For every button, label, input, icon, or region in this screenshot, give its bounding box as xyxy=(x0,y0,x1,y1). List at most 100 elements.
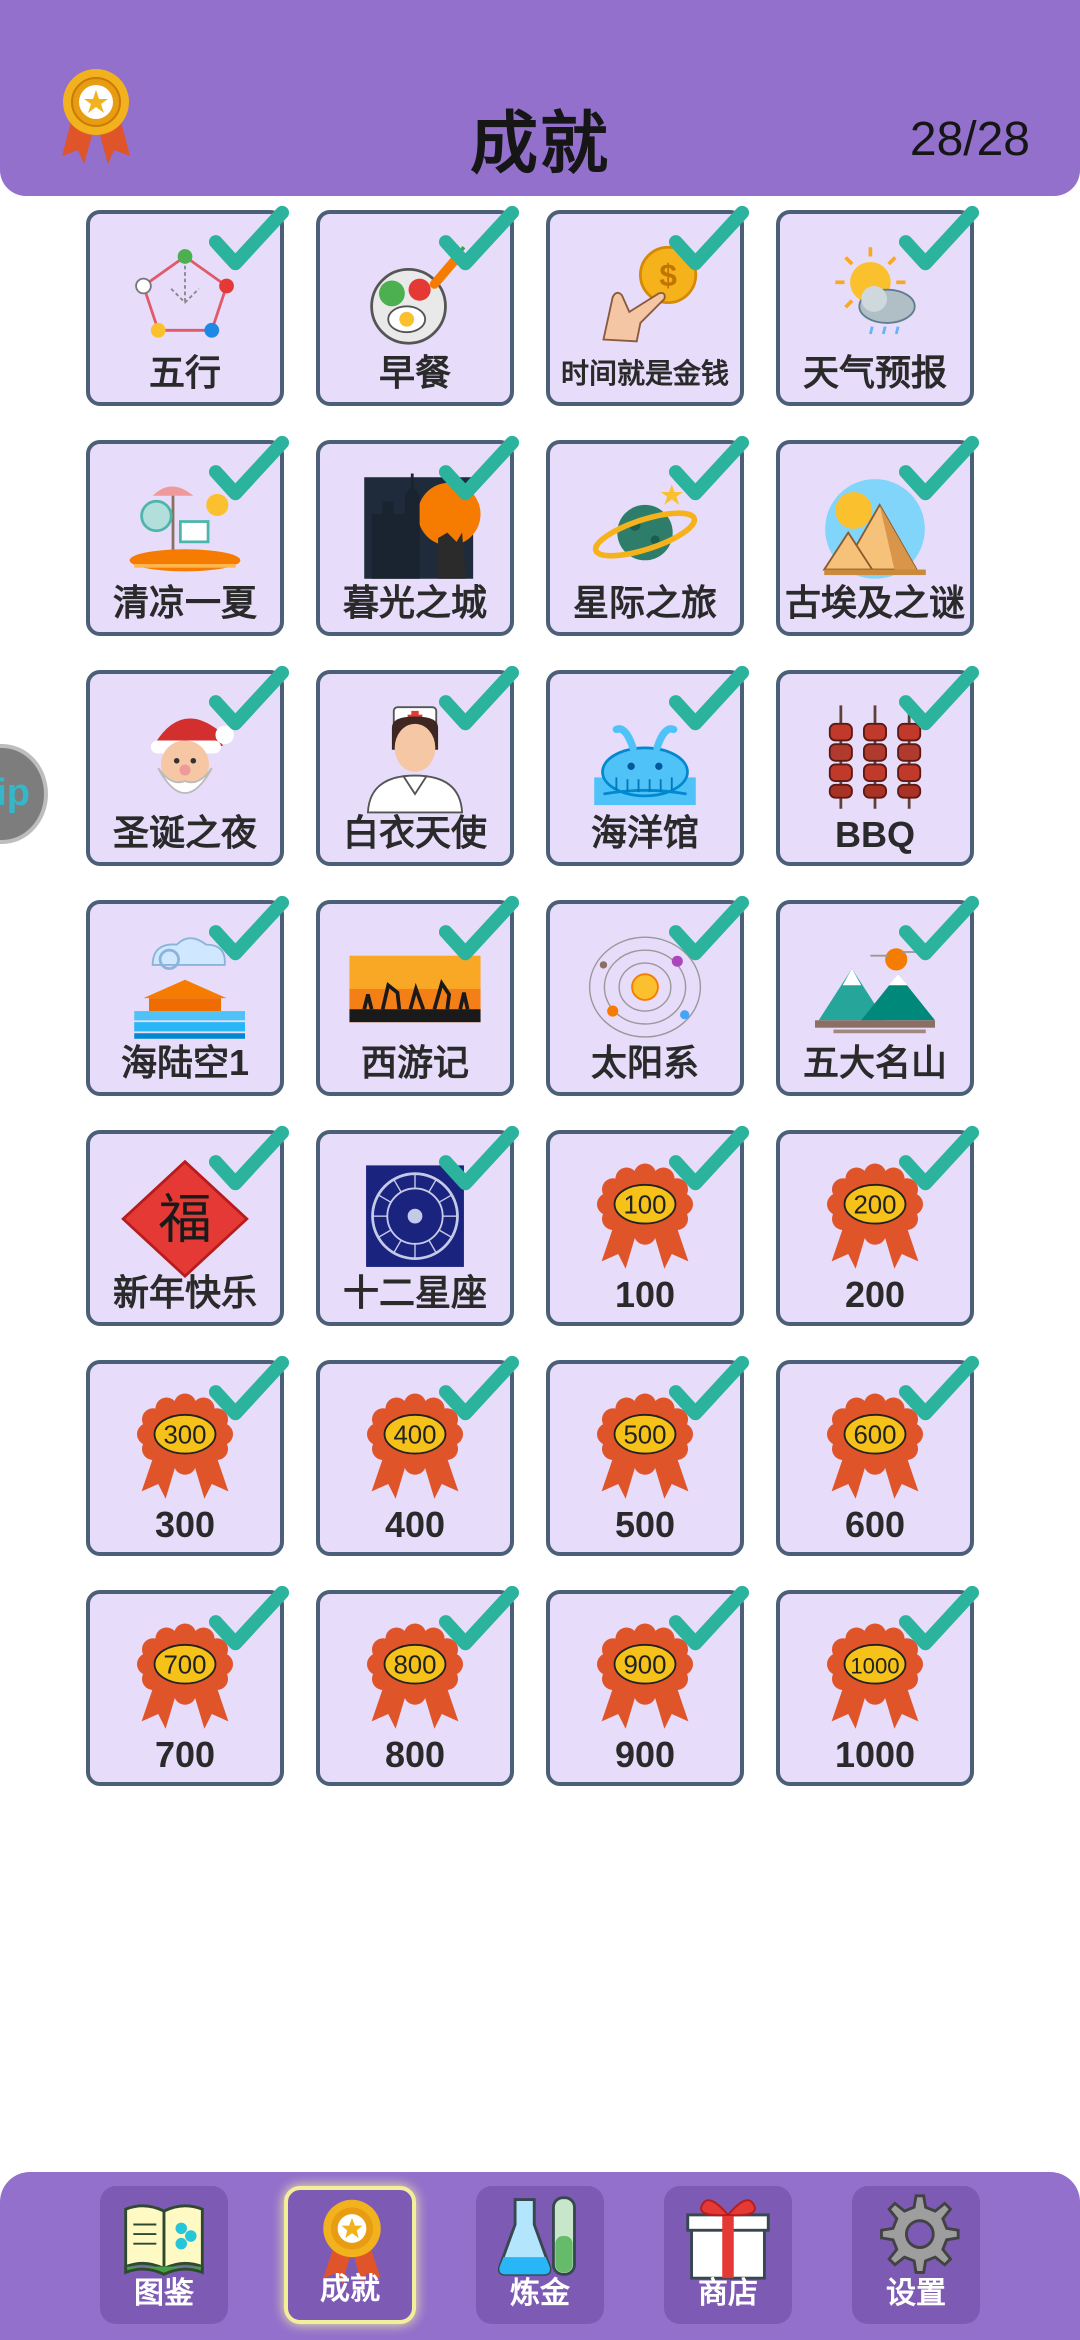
achievement-card[interactable]: 700 700 xyxy=(86,1586,290,1786)
achievement-card[interactable]: 清凉一夏 xyxy=(86,436,290,636)
achievement-card[interactable]: 早餐 xyxy=(316,206,520,406)
ribbon-badge-number: 900 xyxy=(623,1651,666,1679)
achievement-card[interactable]: 圣诞之夜 xyxy=(86,666,290,866)
achievement-card[interactable]: 400 400 xyxy=(316,1356,520,1556)
checkmark-icon xyxy=(438,436,520,501)
achievement-card[interactable]: 海陆空1 xyxy=(86,896,290,1096)
achievement-label: 暮光之城 xyxy=(342,582,487,623)
achievement-label: 300 xyxy=(154,1504,216,1545)
nav-item-gear[interactable]: 设置 xyxy=(852,2186,980,2324)
achievement-label: 海洋馆 xyxy=(590,812,699,853)
side-tab-text: ip xyxy=(0,772,30,814)
achievement-card[interactable]: 白衣天使 xyxy=(316,666,520,866)
checkmark-icon xyxy=(438,1586,520,1651)
nav-label: 设置 xyxy=(886,2277,946,2310)
achievement-card[interactable]: 1000 1000 xyxy=(776,1586,980,1786)
achievement-card[interactable]: 太阳系 xyxy=(546,896,750,1096)
checkmark-icon xyxy=(668,1586,750,1651)
checkmark-icon xyxy=(898,206,980,271)
achievement-label: 海陆空1 xyxy=(120,1042,250,1083)
checkmark-icon xyxy=(208,436,290,501)
achievement-card[interactable]: 600 600 xyxy=(776,1356,980,1556)
achievement-card[interactable]: 星际之旅 xyxy=(546,436,750,636)
achievement-label: 600 xyxy=(844,1504,906,1545)
checkmark-icon xyxy=(208,1586,290,1651)
checkmark-icon xyxy=(898,666,980,731)
achievement-card[interactable]: 暮光之城 xyxy=(316,436,520,636)
achievement-card[interactable]: 五大名山 xyxy=(776,896,980,1096)
achievement-label: 400 xyxy=(384,1504,446,1545)
achievement-card[interactable]: 西游记 xyxy=(316,896,520,1096)
achievement-label: 早餐 xyxy=(378,352,451,393)
ribbon-badge-number: 200 xyxy=(853,1191,896,1219)
ribbon-badge-number: 300 xyxy=(163,1421,206,1449)
checkmark-icon xyxy=(668,206,750,271)
achievement-label: 五行 xyxy=(148,352,221,393)
achievement-card[interactable]: 海洋馆 xyxy=(546,666,750,866)
achievement-card[interactable]: BBQ xyxy=(776,666,980,866)
achievement-count: 28/28 xyxy=(909,113,1030,166)
achievement-label: 1000 xyxy=(834,1734,916,1775)
achievement-label: 新年快乐 xyxy=(112,1272,257,1313)
achievement-label: 清凉一夏 xyxy=(112,582,257,623)
checkmark-icon xyxy=(438,666,520,731)
achievement-card[interactable]: 十二星座 xyxy=(316,1126,520,1326)
achievement-label: 西游记 xyxy=(360,1042,469,1083)
checkmark-icon xyxy=(898,896,980,961)
achievement-label: 200 xyxy=(844,1274,906,1315)
achievement-card[interactable]: 300 300 xyxy=(86,1356,290,1556)
checkmark-icon xyxy=(208,896,290,961)
achievement-card[interactable]: 福新年快乐 xyxy=(86,1126,290,1326)
checkmark-icon xyxy=(438,896,520,961)
achievement-card[interactable]: 800 800 xyxy=(316,1586,520,1786)
nav-item-gift[interactable]: 商店 xyxy=(664,2186,792,2324)
achievement-label: BBQ xyxy=(835,814,915,855)
checkmark-icon xyxy=(208,1126,290,1191)
checkmark-icon xyxy=(898,436,980,501)
checkmark-icon xyxy=(898,1356,980,1421)
fu-character: 福 xyxy=(158,1187,212,1250)
achievement-card[interactable]: 天气预报 xyxy=(776,206,980,406)
ribbon-badge-number: 800 xyxy=(393,1651,436,1679)
ribbon-badge-number: 100 xyxy=(623,1191,666,1219)
checkmark-icon xyxy=(898,1586,980,1651)
side-drawer-tab[interactable]: ip xyxy=(0,744,48,844)
achievement-card[interactable]: 900 900 xyxy=(546,1586,750,1786)
achievement-card[interactable]: 100 100 xyxy=(546,1126,750,1326)
achievement-label: 天气预报 xyxy=(802,352,947,393)
checkmark-icon xyxy=(668,1356,750,1421)
achievement-card[interactable]: $ 时间就是金钱 xyxy=(546,206,750,406)
achievement-label: 白衣天使 xyxy=(342,812,487,853)
achievement-label: 星际之旅 xyxy=(572,582,717,623)
nav-item-book[interactable]: 图鉴 xyxy=(100,2186,228,2324)
checkmark-icon xyxy=(438,1126,520,1191)
nav-label: 图鉴 xyxy=(134,2277,194,2310)
checkmark-icon xyxy=(668,896,750,961)
ribbon-badge-number: 700 xyxy=(163,1651,206,1679)
checkmark-icon xyxy=(208,206,290,271)
achievement-card[interactable]: 五行 xyxy=(86,206,290,406)
ribbon-badge-number: 500 xyxy=(623,1421,666,1449)
achievement-card[interactable]: 500 500 xyxy=(546,1356,750,1556)
achievement-label: 900 xyxy=(614,1734,676,1775)
achievement-label: 十二星座 xyxy=(342,1272,487,1313)
achievement-label: 700 xyxy=(154,1734,216,1775)
achievement-label: 100 xyxy=(614,1274,676,1315)
nav-item-medal[interactable]: 成就 xyxy=(284,2186,416,2324)
nav-label: 商店 xyxy=(698,2277,758,2310)
ribbon-badge-number: 400 xyxy=(393,1421,436,1449)
achievement-card[interactable]: 古埃及之谜 xyxy=(776,436,980,636)
checkmark-icon xyxy=(668,1126,750,1191)
achievement-label: 圣诞之夜 xyxy=(112,812,257,853)
bottom-nav: 图鉴 成就 炼金 商店 设置 xyxy=(0,2172,1080,2340)
achievement-label: 时间就是金钱 xyxy=(560,358,729,389)
checkmark-icon xyxy=(898,1126,980,1191)
achievement-card[interactable]: 200 200 xyxy=(776,1126,980,1326)
nav-label: 炼金 xyxy=(510,2277,570,2310)
checkmark-icon xyxy=(438,1356,520,1421)
ribbon-badge-number: 600 xyxy=(853,1421,896,1449)
achievement-label: 500 xyxy=(614,1504,676,1545)
nav-label: 成就 xyxy=(320,2273,380,2306)
nav-item-flask[interactable]: 炼金 xyxy=(476,2186,604,2324)
checkmark-icon xyxy=(208,666,290,731)
